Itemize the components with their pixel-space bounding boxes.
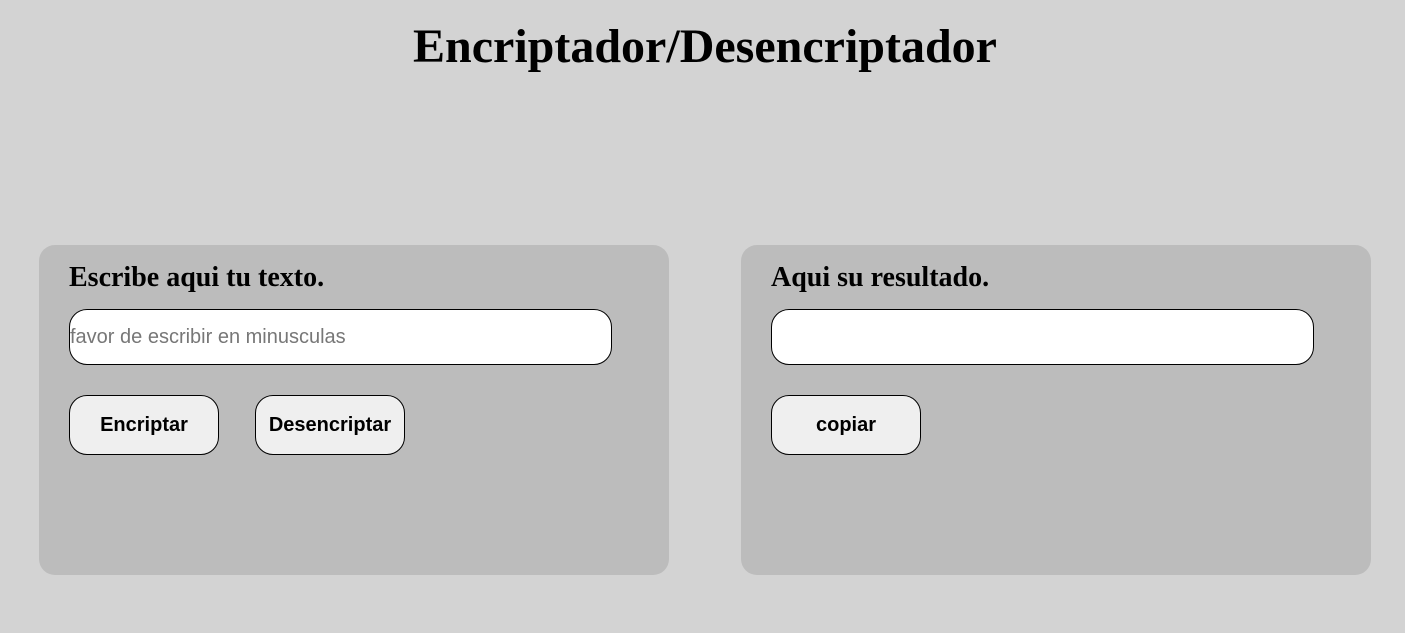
output-panel-heading: Aqui su resultado. [771, 262, 990, 293]
output-panel: Aqui su resultado. copiar [741, 245, 1371, 575]
text-input[interactable] [69, 309, 612, 365]
input-panel: Escribe aqui tu texto. Encriptar Desencr… [39, 245, 669, 575]
page-title: Encriptador/Desencriptador [413, 20, 997, 73]
result-output[interactable] [771, 309, 1314, 365]
input-panel-heading: Escribe aqui tu texto. [69, 262, 325, 293]
encrypt-button[interactable]: Encriptar [69, 395, 219, 455]
decrypt-button[interactable]: Desencriptar [255, 395, 405, 455]
copy-button[interactable]: copiar [771, 395, 921, 455]
